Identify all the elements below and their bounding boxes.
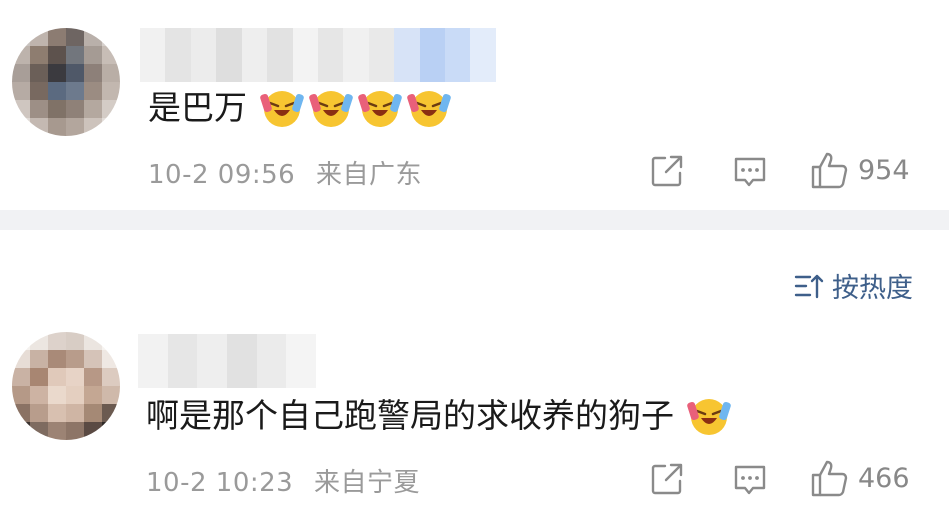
- comment-location: 来自宁夏: [313, 468, 420, 498]
- laugh-cry-emoji: [687, 399, 731, 435]
- like-button[interactable]: 954: [810, 150, 910, 190]
- emoji-group: [682, 394, 731, 438]
- comment-icon: [734, 157, 766, 187]
- comment-text: 啊是那个自己跑警局的求收养的狗子: [146, 394, 731, 438]
- comment-text: 是巴万: [148, 86, 451, 130]
- comment-icon: [734, 465, 766, 495]
- thumb-up-icon: [811, 460, 848, 497]
- comment-body: 啊是那个自己跑警局的求收养的狗子: [146, 396, 674, 435]
- section-divider: [0, 210, 949, 230]
- sort-by-hot-button[interactable]: 按热度: [794, 266, 913, 305]
- laugh-cry-emoji: [358, 91, 402, 127]
- thumb-up-icon: [811, 152, 848, 189]
- laugh-cry-emoji: [309, 91, 353, 127]
- laugh-cry-emoji: [407, 91, 451, 127]
- like-count: 954: [858, 154, 910, 186]
- sort-label: 按热度: [832, 273, 913, 304]
- reply-button[interactable]: [732, 462, 768, 498]
- emoji-group: [255, 86, 451, 130]
- like-button[interactable]: 466: [810, 458, 910, 498]
- comment-body: 是巴万: [148, 88, 247, 127]
- reply-button[interactable]: [732, 154, 768, 190]
- comment-meta: 10-2 09:56 来自广东: [148, 154, 422, 191]
- share-icon: [651, 155, 683, 187]
- username[interactable]: [140, 28, 496, 82]
- share-button[interactable]: [650, 462, 684, 496]
- comment-date: 10-2 10:23: [146, 468, 294, 498]
- comment-item: 是巴万 10-2 09:56 来自广东 954: [0, 0, 949, 210]
- like-count: 466: [858, 462, 910, 494]
- comment-location: 来自广东: [315, 160, 422, 190]
- comment-item: 啊是那个自己跑警局的求收养的狗子 10-2 10:23 来自宁夏 466: [0, 320, 949, 513]
- comment-date: 10-2 09:56: [148, 160, 296, 190]
- share-icon: [651, 463, 683, 495]
- avatar[interactable]: [12, 28, 120, 136]
- sort-icon: [794, 274, 824, 298]
- username[interactable]: [138, 334, 317, 388]
- avatar[interactable]: [12, 332, 120, 440]
- share-button[interactable]: [650, 154, 684, 188]
- comment-meta: 10-2 10:23 来自宁夏: [146, 462, 420, 499]
- laugh-cry-emoji: [260, 91, 304, 127]
